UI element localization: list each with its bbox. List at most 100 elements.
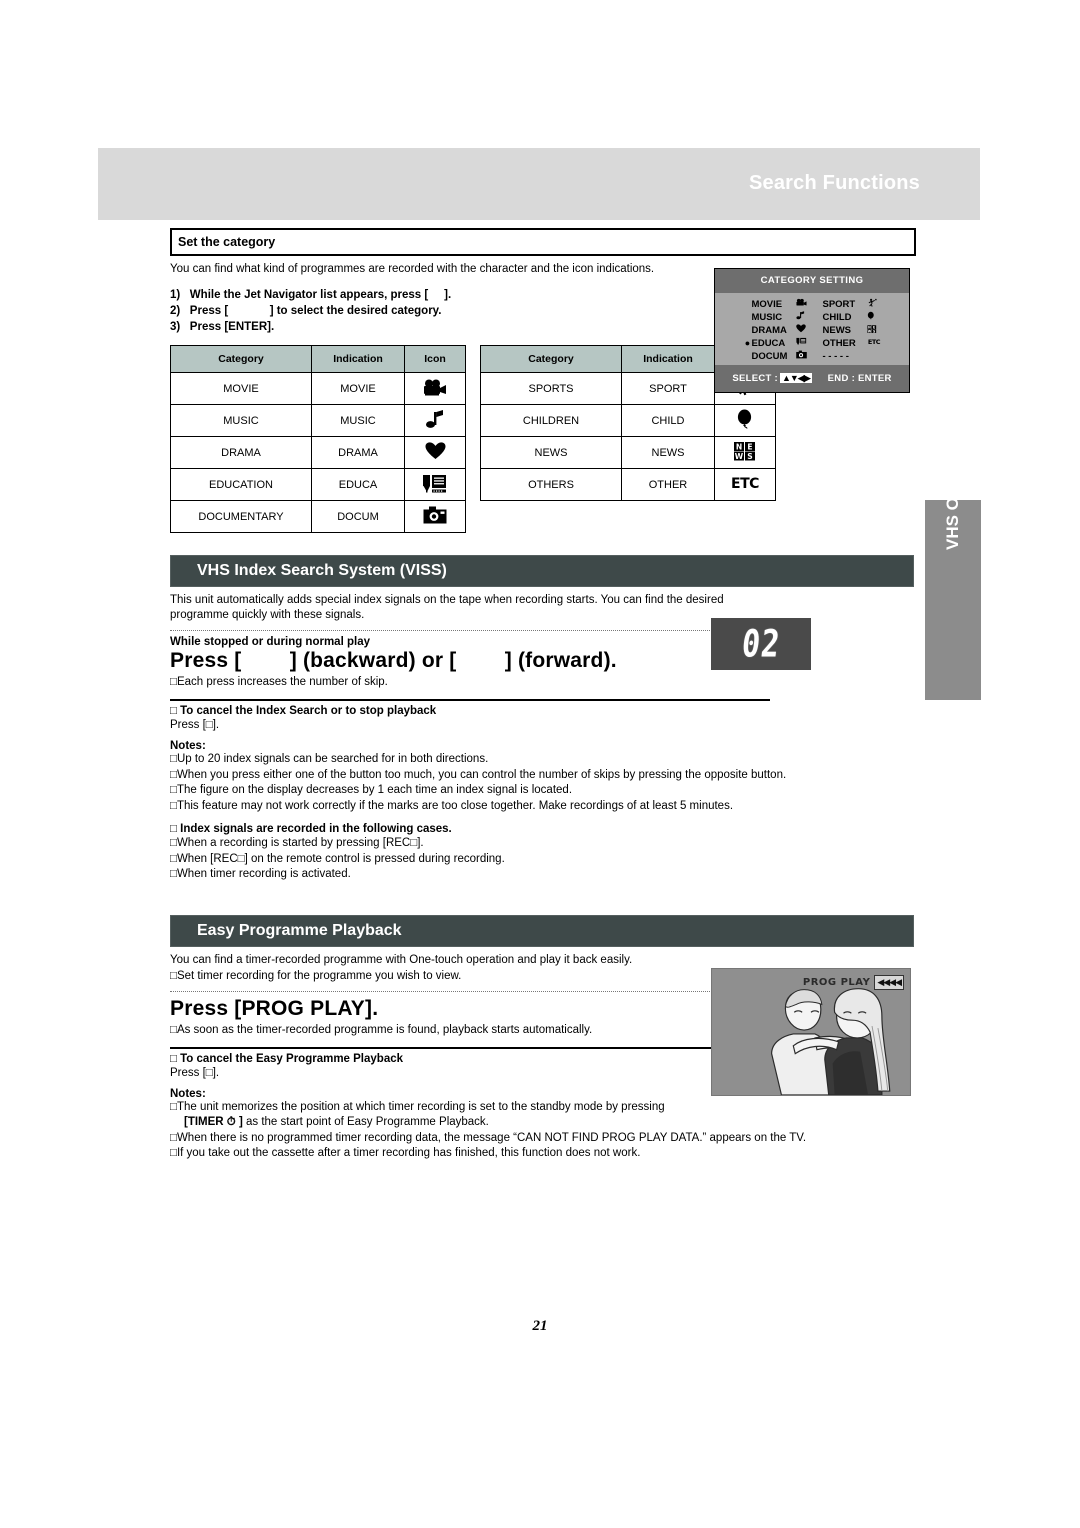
prog-play-tv-figure: PROG PLAY ◀◀◀◀ xyxy=(711,968,911,1096)
viss-notes-list: □Up to 20 index signals can be searched … xyxy=(170,752,912,814)
osd-item-label: DRAMA xyxy=(751,324,787,336)
note-item: □When a recording is started by pressing… xyxy=(170,837,424,849)
vhs-display-figure: 02 xyxy=(711,618,811,670)
osd-select-hint: SELECT : ▲▼◀▶ xyxy=(732,372,812,384)
cell-indication: DRAMA xyxy=(311,436,405,469)
heart-icon xyxy=(425,442,446,463)
note-item: □When there is no programmed timer recor… xyxy=(170,1131,807,1144)
divider-dotted xyxy=(170,630,770,631)
osd-column-right: SPORT CHILD NEWS N E W S OTHER ETC - - - - - xyxy=(823,298,881,365)
osd-item-label: SPORT xyxy=(822,298,856,310)
table-row: EDUCATION EDUCA xyxy=(170,468,466,501)
col-header-category: Category xyxy=(170,345,312,373)
osd-item-label: MUSIC xyxy=(751,311,783,323)
note-item: [TIMER ⏱ ] as the start point of Easy Pr… xyxy=(170,1115,912,1131)
col-header-indication: Indication xyxy=(311,345,405,373)
osd-item[interactable]: MUSIC xyxy=(744,311,807,323)
table-row: DRAMA DRAMA xyxy=(170,436,466,469)
cell-icon xyxy=(404,436,466,469)
note-item: □When you press either one of the button… xyxy=(170,768,787,781)
osd-category-setting-panel: CATEGORY SETTING MOVIE MUSIC DRAMA ● EDUC… xyxy=(714,268,910,393)
etc-text-icon: ETC xyxy=(731,475,760,494)
osd-item-label: - - - - - xyxy=(822,350,849,362)
note-item: □If you take out the cassette after a ti… xyxy=(170,1147,641,1159)
music-note-icon xyxy=(425,409,445,432)
osd-item-label: CHILD xyxy=(822,311,852,323)
svg-text:ETC: ETC xyxy=(867,338,880,346)
cell-icon xyxy=(404,500,466,533)
osd-column-left: MOVIE MUSIC DRAMA ● EDUCA DOCUM xyxy=(744,298,807,365)
cell-indication: SPORT xyxy=(621,372,715,405)
easy-playback-intro2: □Set timer recording for the programme y… xyxy=(170,969,462,982)
table-row: NEWS NEWS N E W S xyxy=(480,436,776,469)
osd-select-label: SELECT : xyxy=(732,372,778,384)
section-side-tab-label: VHS Operations xyxy=(943,420,962,550)
news-text-icon: NEWS xyxy=(866,324,877,337)
table-row: MOVIE MOVIE xyxy=(170,372,466,405)
svg-text:E: E xyxy=(747,442,752,451)
osd-footer: SELECT : ▲▼◀▶ END : ENTER xyxy=(715,365,909,391)
osd-item-label: DOCUM xyxy=(751,350,788,362)
osd-item[interactable]: OTHER ETC xyxy=(823,337,881,349)
category-table-left: Category Indication Icon MOVIE MOVIE MUS… xyxy=(170,345,466,533)
table-row: CHILDREN CHILD xyxy=(480,404,776,437)
cell-category: OTHERS xyxy=(480,468,622,501)
osd-item[interactable]: DOCUM xyxy=(744,350,807,362)
svg-text:E: E xyxy=(873,325,875,329)
balloon-icon xyxy=(736,409,754,432)
cell-category: NEWS xyxy=(480,436,622,469)
divider-solid xyxy=(170,699,770,701)
vhs-display-counter-value: 02 xyxy=(739,622,783,666)
music-note-icon xyxy=(795,311,805,323)
viss-notes-label: Notes: xyxy=(170,740,206,752)
viss-index-cases-head: □ Index signals are recorded in the foll… xyxy=(170,823,452,835)
note-item: □Up to 20 index signals can be searched … xyxy=(170,753,489,765)
svg-text:N: N xyxy=(736,442,742,451)
prog-play-label: PROG PLAY xyxy=(802,977,871,988)
cell-indication: EDUCA xyxy=(311,468,405,501)
osd-item[interactable]: NEWS N E W S xyxy=(823,324,881,336)
divider-dotted xyxy=(170,990,770,992)
balloon-icon xyxy=(867,311,875,324)
osd-item[interactable]: SPORT xyxy=(823,298,881,310)
svg-text:S: S xyxy=(747,452,752,461)
col-header-category: Category xyxy=(480,345,622,373)
svg-text:ETC: ETC xyxy=(731,476,759,491)
osd-end-hint: END : ENTER xyxy=(827,372,892,384)
cell-category: CHILDREN xyxy=(480,404,622,437)
section-side-tab: VHS Operations xyxy=(925,421,981,700)
osd-item[interactable]: MOVIE xyxy=(744,298,807,310)
easy-playback-intro: You can find a timer-recorded programme … xyxy=(170,953,633,966)
osd-item-empty: - - - - - xyxy=(823,350,881,362)
cell-indication: MOVIE xyxy=(311,372,405,405)
osd-item-selected[interactable]: ● EDUCA xyxy=(744,337,807,349)
osd-item-label: EDUCA xyxy=(751,337,786,349)
set-category-box-title: Set the category xyxy=(170,228,916,256)
easy-playback-section-title: Easy Programme Playback xyxy=(170,914,914,947)
viss-intro: This unit automatically adds special ind… xyxy=(170,594,724,621)
cell-category: SPORTS xyxy=(480,372,622,405)
osd-body: MOVIE MUSIC DRAMA ● EDUCA DOCUM SPORT CHI… xyxy=(715,293,909,365)
page-title: Search Functions xyxy=(748,172,920,194)
cell-indication: CHILD xyxy=(621,404,715,437)
osd-item[interactable]: DRAMA xyxy=(744,324,807,336)
table-row: OTHERS OTHER ETC xyxy=(480,468,776,501)
osd-title: CATEGORY SETTING xyxy=(760,275,864,286)
svg-text:W: W xyxy=(735,452,744,461)
viss-cancel-head: □ To cancel the Index Search or to stop … xyxy=(170,705,437,717)
news-text-icon: N E W S xyxy=(733,441,757,464)
osd-selection-bullet: ● xyxy=(744,338,751,348)
easy-playback-notes-list: □The unit memorizes the position at whic… xyxy=(170,1100,912,1162)
cell-category: MUSIC xyxy=(170,404,312,437)
col-header-icon: Icon xyxy=(404,345,466,373)
osd-item-label: OTHER xyxy=(822,337,856,349)
note-item: □When [REC□] on the remote control is pr… xyxy=(170,852,505,865)
osd-direction-arrows-icon: ▲▼◀▶ xyxy=(780,372,812,383)
osd-item[interactable]: CHILD xyxy=(823,311,881,323)
cell-category: EDUCATION xyxy=(170,468,312,501)
pen-and-book-icon xyxy=(422,474,448,496)
page-header-band: Search Functions xyxy=(98,148,980,220)
note-item: □This feature may not work correctly if … xyxy=(170,799,734,812)
soccer-player-icon xyxy=(867,298,877,311)
rewind-arrows-icon: ◀◀◀◀ xyxy=(874,975,904,990)
